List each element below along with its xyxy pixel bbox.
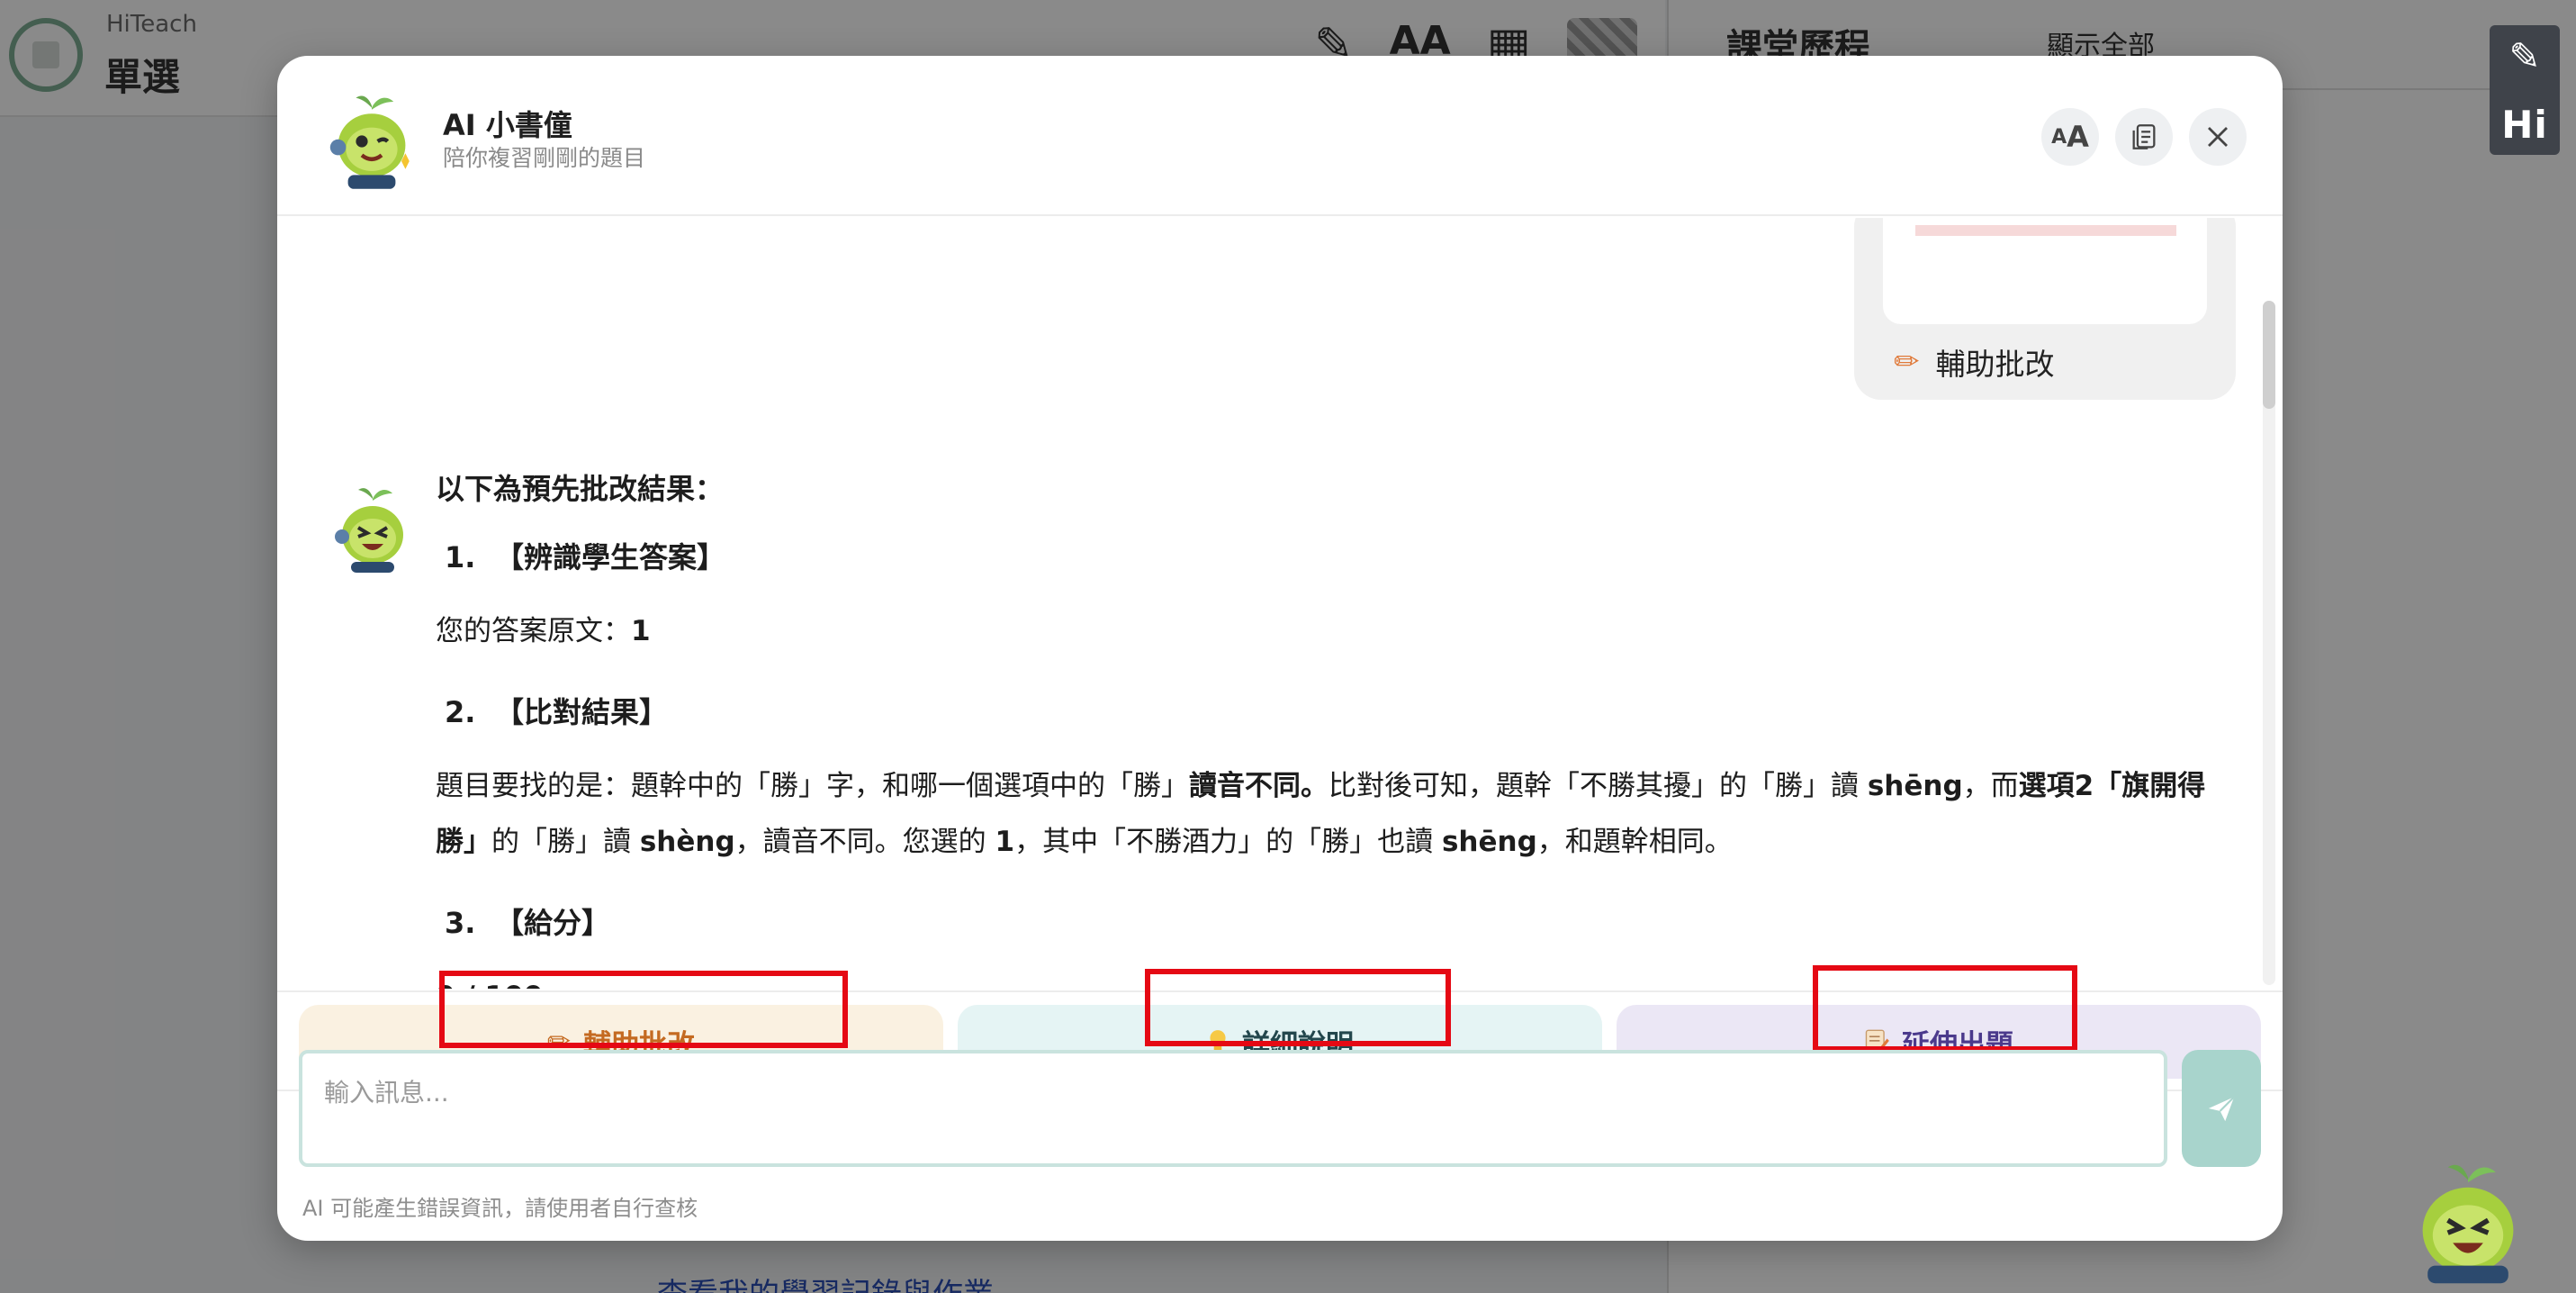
chat-history[interactable]: ✏ 輔助批改 以下為預先批改結果： 1. 【辨識學生答案】 您的答案原文：1 2…	[277, 218, 2283, 989]
mascot-avatar-icon	[335, 488, 403, 573]
comparison-result-text: 題目要找的是：題幹中的「勝」字，和哪一個選項中的「勝」讀音不同。比對後可知，題幹…	[436, 770, 2206, 858]
hi-widget[interactable]: ✎ Hi	[2490, 25, 2560, 155]
close-button[interactable]	[2189, 108, 2247, 166]
section-heading: 1. 【辨識學生答案】	[445, 540, 726, 574]
hi-label: Hi	[2501, 103, 2548, 147]
section-heading: 2. 【比對結果】	[445, 695, 669, 729]
message-input[interactable]	[299, 1050, 2167, 1167]
send-icon	[2208, 1096, 2235, 1122]
student-answer-text: 您的答案原文：1	[436, 615, 651, 647]
message-intro: 以下為預先批改結果：	[436, 472, 725, 506]
ai-disclaimer: AI 可能產生錯誤資訊，請使用者自行查核	[302, 1196, 698, 1221]
user-message-text: 輔助批改	[1935, 347, 2055, 382]
copy-icon	[2132, 124, 2156, 149]
pen-icon: ✎	[2508, 34, 2541, 78]
dialog-subtitle: 陪你複習剛剛的題目	[443, 145, 646, 171]
dialog-header: AI 小書僮 陪你複習剛剛的題目 AA	[277, 56, 2283, 216]
send-button[interactable]	[2182, 1050, 2261, 1167]
close-icon	[2208, 127, 2228, 147]
font-size-button[interactable]: AA	[2041, 108, 2099, 166]
ai-tutor-dialog: AI 小書僮 陪你複習剛剛的題目 AA ✏ 輔助批改 以下為預先批改結果： 1.…	[277, 56, 2283, 1241]
score-text: 0 / 100	[436, 969, 2227, 989]
scrollbar-thumb[interactable]	[2263, 301, 2275, 409]
section-heading: 3. 【給分】	[445, 906, 611, 940]
mascot-avatar-icon	[329, 95, 410, 189]
font-size-icon: A	[2051, 125, 2067, 149]
chat-scrollbar[interactable]	[2263, 301, 2275, 985]
user-message-bubble: ✏ 輔助批改	[1854, 218, 2236, 400]
copy-button[interactable]	[2115, 108, 2173, 166]
uploaded-image-thumbnail[interactable]	[1883, 218, 2207, 324]
dialog-title: AI 小書僮	[443, 108, 572, 142]
mascot-icon[interactable]	[2405, 1160, 2531, 1286]
ai-grading-message: 以下為預先批改結果： 1. 【辨識學生答案】 您的答案原文：1 2. 【比對結果】 …	[436, 466, 2227, 989]
pencil-icon: ✏	[1894, 344, 1920, 380]
